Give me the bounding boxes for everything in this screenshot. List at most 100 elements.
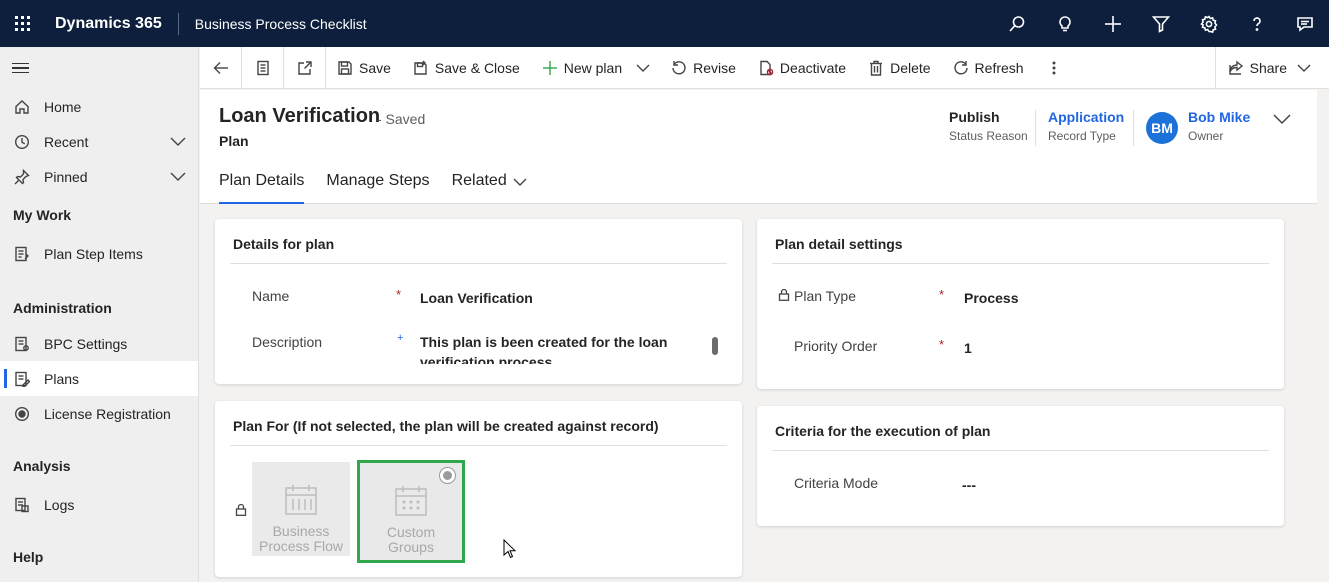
open-new-window-button[interactable] <box>284 46 326 89</box>
name-field[interactable]: Loan Verification <box>420 290 533 306</box>
revise-icon <box>672 60 686 74</box>
header-field-owner: Bob Mike Owner <box>1188 109 1250 143</box>
feedback-button[interactable] <box>1281 0 1329 47</box>
save-and-close-button[interactable]: Save & Close <box>402 47 531 89</box>
save-and-close-label: Save & Close <box>434 59 520 76</box>
section-heading-my-work: My Work <box>13 207 72 223</box>
tab-manage-steps[interactable]: Manage Steps <box>326 168 429 204</box>
calendar-icon <box>285 485 317 515</box>
nav-item-pinned[interactable]: Pinned <box>0 159 198 194</box>
form-tabs: Plan Details Manage Steps Related <box>219 168 549 204</box>
chevron-down-icon <box>1297 64 1311 72</box>
deactivate-label: Deactivate <box>779 59 847 76</box>
refresh-label: Refresh <box>974 59 1024 76</box>
divider <box>230 263 727 264</box>
refresh-button[interactable]: Refresh <box>942 47 1035 89</box>
required-indicator: * <box>396 287 402 302</box>
avatar[interactable]: BM <box>1146 112 1178 144</box>
lightbulb-icon <box>1059 15 1071 31</box>
description-scrollbar[interactable] <box>712 337 718 355</box>
header-field-record-type: Application Record Type <box>1048 109 1124 143</box>
nav-item-label: Plan Step Items <box>44 245 143 262</box>
save-icon <box>338 60 352 75</box>
nav-item-bpc-settings[interactable]: BPC Settings <box>0 326 198 361</box>
filter-icon <box>1152 15 1170 33</box>
section-heading-administration: Administration <box>13 300 112 316</box>
plan-for-option-custom-groups[interactable]: Custom Groups <box>357 460 465 563</box>
recommended-indicator: + <box>397 332 404 344</box>
deactivate-icon <box>760 60 774 75</box>
nav-item-logs[interactable]: Logs <box>0 487 198 522</box>
plus-icon <box>1105 15 1121 32</box>
deactivate-button[interactable]: Deactivate <box>747 47 857 89</box>
section-title: Criteria for the execution of plan <box>775 423 991 439</box>
nav-item-license-registration[interactable]: License Registration <box>0 396 198 431</box>
chevron-down-icon <box>636 64 650 72</box>
app-launcher-button[interactable] <box>0 0 44 47</box>
hamburger-icon <box>12 60 29 77</box>
tab-label: Manage Steps <box>326 172 430 189</box>
name-label: Name <box>252 288 290 304</box>
back-button[interactable] <box>200 46 242 89</box>
nav-item-plans[interactable]: Plans <box>0 361 198 396</box>
clock-icon <box>13 133 31 151</box>
expand-header-button[interactable] <box>1272 112 1292 129</box>
revise-button[interactable]: Revise <box>660 47 747 89</box>
description-field[interactable]: This plan is been created for the loan v… <box>420 332 700 364</box>
criteria-mode-label: Criteria Mode <box>794 475 879 491</box>
form-icon <box>256 60 269 75</box>
option-label: Custom <box>386 524 436 540</box>
delete-label: Delete <box>890 59 931 76</box>
radio-selected-icon[interactable] <box>439 467 456 484</box>
required-indicator: * <box>939 287 945 302</box>
advanced-filter-button[interactable] <box>1137 0 1185 47</box>
help-button[interactable] <box>1233 0 1281 47</box>
more-commands-button[interactable] <box>1035 47 1079 89</box>
option-label: Process Flow <box>258 538 344 554</box>
required-indicator: * <box>939 337 945 352</box>
new-button[interactable] <box>1089 0 1137 47</box>
collapse-nav-button[interactable] <box>0 47 198 89</box>
criteria-mode-field[interactable]: --- <box>962 477 976 493</box>
new-plan-button[interactable]: New plan <box>531 47 626 89</box>
divider <box>230 445 727 446</box>
search-button[interactable] <box>993 0 1041 47</box>
save-button-label: Save <box>359 59 391 76</box>
record-title: Loan Verification <box>219 105 381 127</box>
delete-button[interactable]: Delete <box>857 47 941 89</box>
section-title: Plan detail settings <box>775 236 903 252</box>
gear-icon <box>1200 14 1218 33</box>
settings-button[interactable] <box>1185 0 1233 47</box>
ideas-button[interactable] <box>1041 0 1089 47</box>
priority-order-field[interactable]: 1 <box>964 340 972 356</box>
record-type-label: Record Type <box>1048 129 1116 143</box>
section-heading-help: Help <box>13 549 44 565</box>
tab-plan-details[interactable]: Plan Details <box>219 168 305 204</box>
record-type-value[interactable]: Application <box>1048 109 1124 125</box>
priority-order-label: Priority Order <box>794 338 878 354</box>
nav-item-home[interactable]: Home <box>0 89 198 124</box>
save-button[interactable]: Save <box>326 47 402 89</box>
owner-name[interactable]: Bob Mike <box>1188 109 1250 125</box>
nav-item-plan-step-items[interactable]: Plan Step Items <box>0 236 198 271</box>
chevron-down-icon[interactable] <box>170 169 186 183</box>
divider <box>772 263 1269 264</box>
nav-item-recent[interactable]: Recent <box>0 124 198 159</box>
new-plan-label: New plan <box>563 59 623 76</box>
form-view-button[interactable] <box>242 46 284 89</box>
nav-item-label: Plans <box>44 370 80 387</box>
divider <box>772 450 1269 451</box>
chevron-down-icon[interactable] <box>170 134 186 148</box>
mouse-cursor-icon <box>503 538 517 562</box>
record-header: Loan Verification - Saved Plan Publish S… <box>200 90 1317 204</box>
app-name[interactable]: Dynamics 365 <box>44 12 179 35</box>
top-navigation-bar: Dynamics 365 Business Process Checklist <box>0 0 1329 47</box>
plus-icon <box>542 60 557 75</box>
save-status: - Saved <box>377 111 426 127</box>
area-name[interactable]: Business Process Checklist <box>179 16 367 32</box>
plan-for-option-business-process-flow[interactable]: Business Process Flow <box>252 462 350 556</box>
trash-icon <box>870 60 883 76</box>
tab-related[interactable]: Related <box>452 168 527 204</box>
share-button[interactable]: Share <box>1214 47 1329 89</box>
new-plan-dropdown-button[interactable] <box>626 47 660 89</box>
